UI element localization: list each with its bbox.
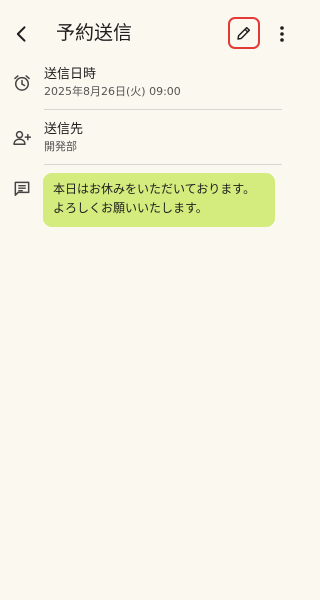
person-add-icon: [11, 127, 33, 149]
send-time-row[interactable]: 送信日時 2025年8月26日(火) 09:00: [0, 66, 300, 110]
recipient-label: 送信先: [44, 122, 84, 137]
message-line: 本日はお休みをいただいております。: [53, 182, 256, 196]
divider: [44, 164, 282, 165]
recipient-row[interactable]: 送信先 開発部: [0, 121, 300, 165]
app-bar: 予約送信: [0, 0, 300, 66]
pencil-icon: [235, 24, 253, 42]
edit-button[interactable]: [228, 17, 260, 49]
more-options-button[interactable]: [270, 20, 294, 48]
alarm-clock-icon: [11, 72, 33, 94]
divider: [44, 109, 282, 110]
chevron-left-icon: [12, 24, 32, 44]
recipient-value: 開発部: [44, 140, 77, 153]
more-vertical-icon: [279, 25, 285, 43]
message-icon: [11, 178, 33, 200]
send-time-label: 送信日時: [44, 67, 97, 82]
message-bubble[interactable]: 本日はお休みをいただいております。 よろしくお願いいたします。: [43, 173, 275, 227]
message-line: よろしくお願いいたします。: [53, 201, 208, 215]
send-time-value: 2025年8月26日(火) 09:00: [44, 85, 181, 98]
back-button[interactable]: [8, 20, 36, 48]
page-title: 予約送信: [56, 22, 133, 44]
